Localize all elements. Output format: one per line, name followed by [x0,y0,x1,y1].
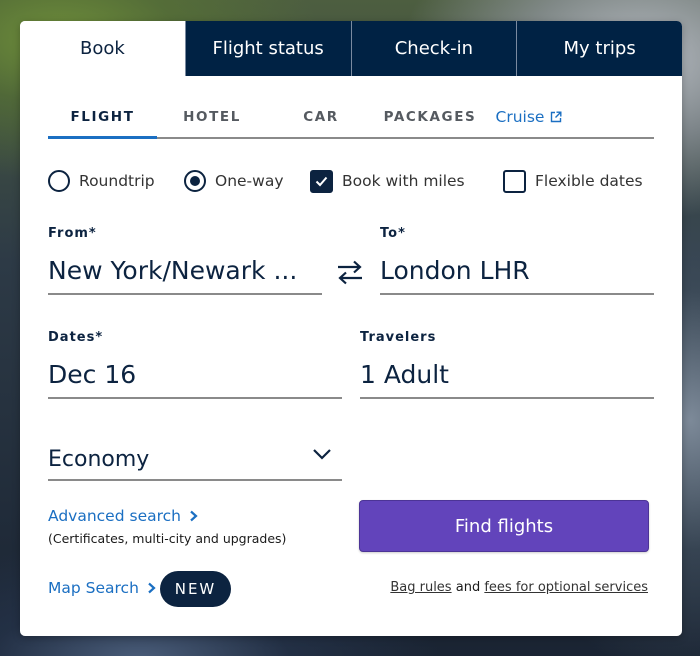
optional-fees-link[interactable]: fees for optional services [484,580,648,595]
top-tabs: Book Flight status Check-in My trips [20,21,682,76]
dates-input[interactable]: Dec 16 [48,360,136,389]
tab-check-in[interactable]: Check-in [350,21,517,76]
checkbox-unchecked[interactable] [503,169,526,193]
subtab-cruise-label: Cruise [495,108,545,126]
swap-arrows-icon[interactable] [336,259,364,285]
map-search-link[interactable]: Map Search [48,579,156,597]
oneway-label: One-way [215,172,284,190]
book-with-miles-checkbox[interactable]: Book with miles [310,168,465,194]
subtab-car[interactable]: CAR [267,97,375,137]
trip-options: Roundtrip One-way Book with miles Flexib… [48,168,658,194]
advanced-search-label: Advanced search [48,507,181,525]
product-tabs: FLIGHT HOTEL CAR PACKAGES Cruise [48,97,654,139]
travelers-label: Travelers [360,330,437,345]
checkmark-icon [315,176,328,186]
dates-label: Dates* [48,330,104,345]
chevron-right-icon [148,582,156,594]
roundtrip-radio[interactable]: Roundtrip [48,168,155,194]
tab-book[interactable]: Book [20,21,185,76]
external-link-icon [551,111,562,123]
from-label: From* [48,226,97,241]
travelers-field[interactable]: Travelers 1 Adult [360,330,654,399]
tab-flight-status[interactable]: Flight status [184,21,351,76]
travelers-input[interactable]: 1 Adult [360,360,449,389]
new-badge: NEW [160,571,231,607]
tab-my-trips[interactable]: My trips [516,21,682,76]
cabin-value: Economy [48,447,150,472]
flexible-dates-label: Flexible dates [535,172,643,190]
subtab-flight[interactable]: FLIGHT [48,97,157,139]
oneway-radio[interactable]: One-way [184,168,284,194]
subtab-hotel[interactable]: HOTEL [157,97,267,137]
flexible-dates-checkbox[interactable]: Flexible dates [503,168,643,194]
subtab-packages[interactable]: PACKAGES [375,97,485,137]
bag-rules-link[interactable]: Bag rules [390,580,451,595]
to-field[interactable]: To* London LHR [380,226,654,295]
find-flights-button[interactable]: Find flights [359,500,649,552]
map-search-label: Map Search [48,579,139,597]
chevron-down-icon [313,449,331,460]
cabin-select[interactable]: Economy [48,441,342,481]
dates-field[interactable]: Dates* Dec 16 [48,330,342,399]
advanced-search-subtext: (Certificates, multi-city and upgrades) [48,531,287,546]
fees-info: Bag rules and fees for optional services [390,580,648,595]
from-field[interactable]: From* New York/Newark ... [48,226,322,295]
roundtrip-label: Roundtrip [79,172,155,190]
radio-unchecked[interactable] [48,170,70,192]
chevron-right-icon [190,510,198,522]
fees-and-text: and [455,580,481,595]
to-label: To* [380,226,406,241]
book-with-miles-label: Book with miles [342,172,465,190]
radio-checked[interactable] [184,170,206,192]
checkbox-checked[interactable] [310,169,333,193]
advanced-search-link[interactable]: Advanced search [48,507,198,525]
to-input[interactable]: London LHR [380,256,530,285]
subtab-cruise[interactable]: Cruise [489,97,569,137]
from-input[interactable]: New York/Newark ... [48,256,297,285]
booking-card: Book Flight status Check-in My trips FLI… [20,21,682,636]
